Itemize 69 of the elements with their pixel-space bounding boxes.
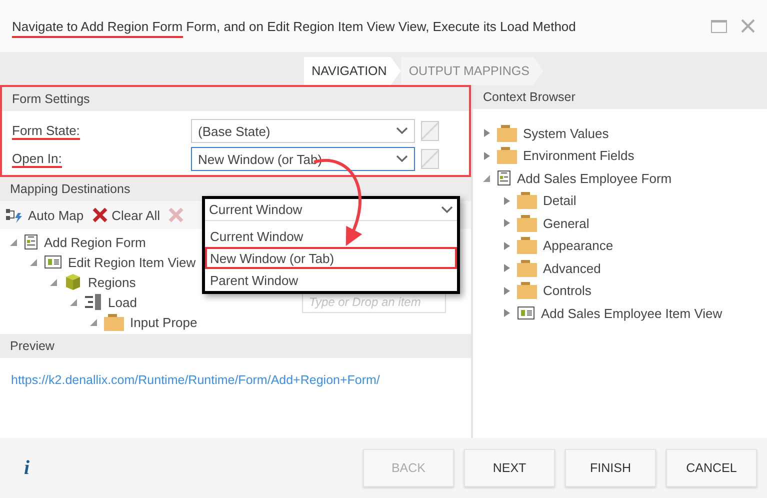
wizard-button[interactable]: NEXT	[464, 449, 555, 487]
tree-item-label[interactable]: Add Sales Employee Form	[517, 170, 672, 186]
tree-item-label[interactable]: Add Region Form	[44, 234, 146, 250]
expanded-triangle-icon[interactable]	[30, 257, 38, 267]
dropdown-field[interactable]: (Base State)	[191, 119, 415, 143]
cube-icon	[64, 273, 82, 291]
section-header: Preview	[0, 334, 471, 358]
view-icon	[517, 306, 535, 320]
folder-icon	[517, 260, 537, 277]
tree-item-label[interactable]: Advanced	[543, 260, 601, 276]
wizard-button[interactable]: CANCEL	[666, 449, 757, 487]
auto-map-icon	[6, 207, 24, 223]
field-label: Form State:	[12, 122, 80, 140]
clear-all-button[interactable]: Clear All	[92, 207, 160, 223]
chevron-down-icon	[441, 206, 453, 214]
expanded-triangle-icon[interactable]	[50, 277, 58, 287]
collapsed-triangle-icon[interactable]	[483, 150, 491, 161]
tree-item-label[interactable]: Environment Fields	[523, 148, 634, 164]
maximize-icon[interactable]	[711, 20, 727, 32]
chevron-down-icon	[396, 127, 408, 135]
tree-item-label[interactable]: Regions	[88, 274, 136, 290]
wizard-step-tab[interactable]: NAVIGATION	[304, 57, 401, 85]
tree-item-label[interactable]: General	[543, 216, 590, 231]
close-icon	[92, 207, 108, 223]
tree-item-label[interactable]: System Values	[523, 126, 609, 141]
form-icon	[24, 234, 38, 250]
expanded-triangle-icon[interactable]	[70, 297, 78, 307]
dropdown-option[interactable]: New Window (or Tab)	[205, 247, 457, 269]
field-label: Open In:	[12, 150, 62, 168]
folder-icon	[497, 124, 517, 142]
wizard-button[interactable]: FINISH	[565, 449, 656, 487]
method-icon	[84, 294, 102, 310]
section-header: Form Settings	[2, 87, 469, 111]
collapsed-triangle-icon[interactable]	[503, 308, 511, 318]
tree-item-label[interactable]: Input Prope	[130, 314, 198, 330]
folder-icon	[517, 214, 537, 232]
section-header: Context Browser	[473, 85, 767, 109]
folder-icon	[517, 237, 537, 254]
folder-icon	[517, 192, 537, 210]
folder-icon	[104, 314, 124, 330]
expanded-triangle-icon[interactable]	[483, 173, 491, 184]
tree-item-label[interactable]: Load	[108, 294, 137, 310]
close-icon	[168, 207, 184, 223]
tree-item-label[interactable]: Appearance	[543, 238, 614, 254]
chevron-down-icon	[396, 155, 408, 163]
form-icon	[497, 170, 511, 186]
close-icon[interactable]	[741, 19, 755, 33]
collapsed-triangle-icon[interactable]	[503, 240, 511, 251]
expression-button[interactable]	[421, 121, 439, 141]
info-icon[interactable]: i	[24, 456, 30, 480]
auto-map-button[interactable]: Auto Map	[6, 207, 84, 223]
dropdown-option[interactable]: Parent Window	[205, 269, 457, 291]
view-icon	[44, 255, 62, 269]
folder-icon	[497, 147, 517, 164]
collapsed-triangle-icon[interactable]	[503, 196, 511, 206]
expanded-triangle-icon[interactable]	[90, 317, 98, 327]
expression-button[interactable]	[421, 149, 439, 169]
expanded-triangle-icon[interactable]	[10, 237, 18, 247]
collapsed-triangle-icon[interactable]	[483, 128, 491, 138]
dropdown-option[interactable]: Current Window	[205, 225, 457, 247]
folder-icon	[517, 282, 537, 300]
collapsed-triangle-icon[interactable]	[503, 218, 511, 228]
tree-item-label[interactable]: Controls	[543, 283, 592, 298]
tree-item-label[interactable]: Edit Region Item View	[68, 254, 196, 270]
dropdown-field[interactable]: Current Window	[205, 199, 457, 221]
tree-item-label[interactable]: Detail	[543, 193, 576, 208]
collapsed-triangle-icon[interactable]	[503, 286, 511, 296]
tree-item-label[interactable]: Add Sales Employee Item View	[541, 306, 722, 321]
collapsed-triangle-icon[interactable]	[503, 263, 511, 274]
